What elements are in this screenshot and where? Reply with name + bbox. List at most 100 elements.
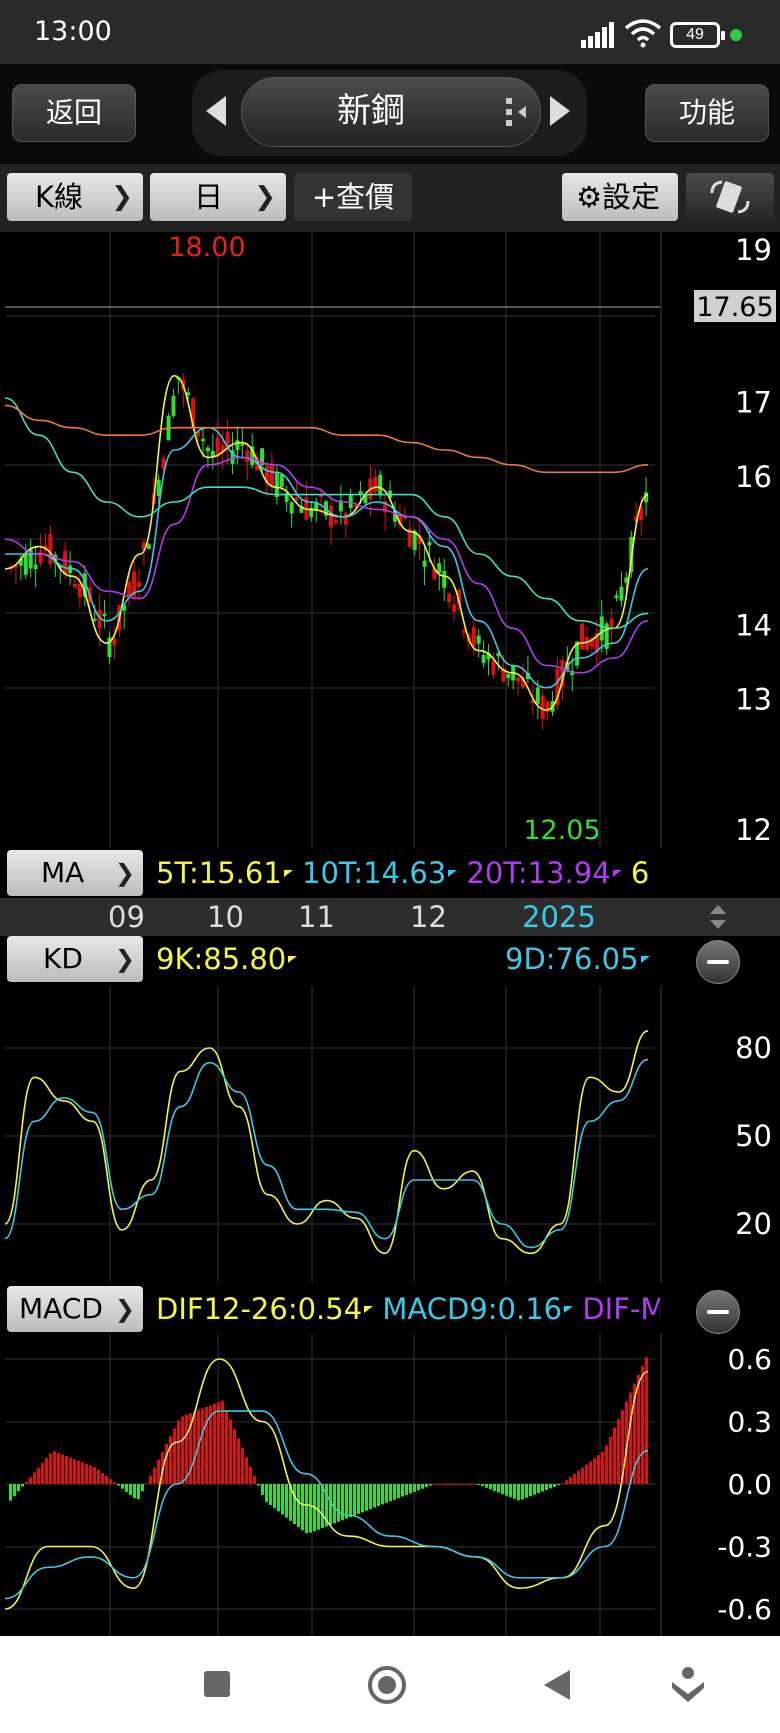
macd-histogram-bar [205, 1406, 208, 1484]
candle-body [240, 443, 245, 446]
macd-histogram-bar [573, 1473, 576, 1484]
macd-histogram-bar [445, 1484, 448, 1485]
rotate-screen-button[interactable] [686, 173, 774, 221]
k-value: 9K:85.80 [156, 942, 287, 976]
kd-chart[interactable]: 80 50 20 [0, 986, 780, 1282]
macd-histogram-bar [33, 1472, 36, 1484]
candle-body [343, 513, 348, 525]
kd-tick: 80 [735, 1031, 772, 1065]
macd-histogram-bar [489, 1484, 492, 1490]
kd-axis: 80 50 20 [735, 1031, 772, 1241]
macd-legend-bar: MACD ❯ DIF12-26:0.54 MACD9:0.16 DIF-M [0, 1282, 780, 1334]
candle-body [269, 463, 274, 486]
price-grid [5, 232, 662, 848]
macd-histogram-bar [245, 1457, 248, 1484]
macd-histogram-bar [53, 1451, 56, 1484]
macd-histogram-bar [273, 1484, 276, 1509]
macd-histogram-bar [137, 1484, 140, 1500]
k-value-legend: 9K:85.80 [156, 942, 298, 976]
kd-button[interactable]: KD ❯ [7, 936, 143, 982]
ma-line-5T [4, 374, 649, 711]
macd-histogram-bar [253, 1476, 256, 1484]
candle-body [245, 450, 250, 463]
settings-button[interactable]: ⚙設定 [562, 173, 678, 221]
candle-body [38, 551, 43, 564]
candle-body [585, 637, 589, 650]
collapse-macd-button[interactable] [696, 1290, 740, 1334]
period-button[interactable]: 日 ❯ [150, 173, 286, 221]
ma-button[interactable]: MA ❯ [7, 850, 143, 896]
macd-histogram-bar [561, 1483, 564, 1485]
function-button[interactable]: 功能 [645, 84, 769, 142]
flag-icon [364, 1306, 374, 1313]
macd-histogram-bar [181, 1416, 184, 1484]
assistant-icon[interactable] [670, 1664, 706, 1706]
macd-histogram-bar [457, 1484, 460, 1485]
macd-histogram-bar [73, 1459, 76, 1484]
d-value: 9D:76.05 [505, 942, 639, 976]
back-button[interactable]: 返回 [12, 84, 136, 142]
candle-body [580, 623, 585, 650]
macd-histogram-bar [101, 1472, 104, 1484]
macd-histogram-bar [377, 1484, 380, 1507]
macd-histogram-bar [49, 1453, 52, 1484]
candle-body [516, 677, 521, 682]
macd-histogram-bar [613, 1427, 616, 1484]
macd-button[interactable]: MACD ❯ [7, 1286, 143, 1332]
candle-body [491, 660, 496, 675]
ma-line-240T [4, 404, 649, 474]
macd-histogram-bar [593, 1458, 596, 1484]
recents-icon[interactable] [204, 1671, 230, 1697]
back-nav-icon[interactable] [542, 1668, 572, 1702]
home-icon[interactable] [366, 1664, 408, 1706]
macd-histogram-bar [529, 1484, 532, 1497]
macd-histogram-bar [473, 1484, 476, 1485]
macd-histogram-bar [153, 1467, 156, 1484]
ma-line-10T [5, 426, 649, 689]
prev-stock-icon[interactable] [206, 96, 226, 126]
macd-histogram-bar [449, 1484, 452, 1485]
macd-histogram-bar [409, 1484, 412, 1494]
macd-histogram-bar [641, 1366, 644, 1484]
macd-histogram-bar [541, 1484, 544, 1492]
next-stock-icon[interactable] [550, 96, 570, 126]
macd-histogram-bar [25, 1481, 28, 1484]
price-chart[interactable]: 18.00 12.05 17.65 19 17 16 14 13 12 [0, 232, 780, 848]
macd-histogram-bar [525, 1484, 528, 1498]
macd-histogram-bar [13, 1484, 16, 1496]
macd-histogram-bar [93, 1467, 96, 1484]
kline-button[interactable]: K線 ❯ [7, 173, 143, 221]
macd-histogram-bar [413, 1484, 416, 1492]
candle-body [112, 638, 117, 646]
macd-histogram-bar [109, 1479, 112, 1484]
macd-histogram-bar [353, 1484, 356, 1516]
candle-body [274, 472, 279, 498]
macd-histogram-bar [225, 1410, 228, 1484]
collapse-kd-button[interactable] [696, 940, 740, 984]
resize-handle-icon[interactable] [708, 903, 728, 931]
macd-histogram-bar [165, 1444, 168, 1484]
candle-body [442, 571, 447, 588]
chevron-right-icon: ❯ [254, 182, 276, 212]
macd-value: MACD9:0.16 [382, 1292, 563, 1326]
kline-label: K線 [35, 180, 84, 214]
macd-histogram-bar [481, 1484, 484, 1487]
candle-body [33, 564, 38, 570]
time-axis[interactable]: 09 10 11 12 2025 [0, 898, 780, 936]
candle-body [535, 687, 540, 705]
macd-histogram-bar [469, 1484, 472, 1485]
macd-histogram-bar [501, 1484, 504, 1495]
macd-histogram-bar [133, 1484, 136, 1499]
macd-histogram-bar [269, 1484, 272, 1506]
macd-histogram-bar [293, 1484, 296, 1524]
macd-histogram-bar [305, 1484, 308, 1534]
macd-histogram-bar [617, 1418, 620, 1484]
macd-histogram-bar [229, 1419, 232, 1484]
query-button[interactable]: +查價 [294, 173, 412, 221]
macd-histogram-bar [629, 1392, 632, 1484]
macd-chart[interactable]: 0.6 0.3 0.0 -0.3 -0.6 [0, 1334, 780, 1636]
kd-lines [4, 1030, 649, 1255]
macd-histogram-bar [17, 1484, 20, 1492]
grip-icon[interactable] [506, 96, 528, 128]
candle-body [102, 613, 107, 617]
